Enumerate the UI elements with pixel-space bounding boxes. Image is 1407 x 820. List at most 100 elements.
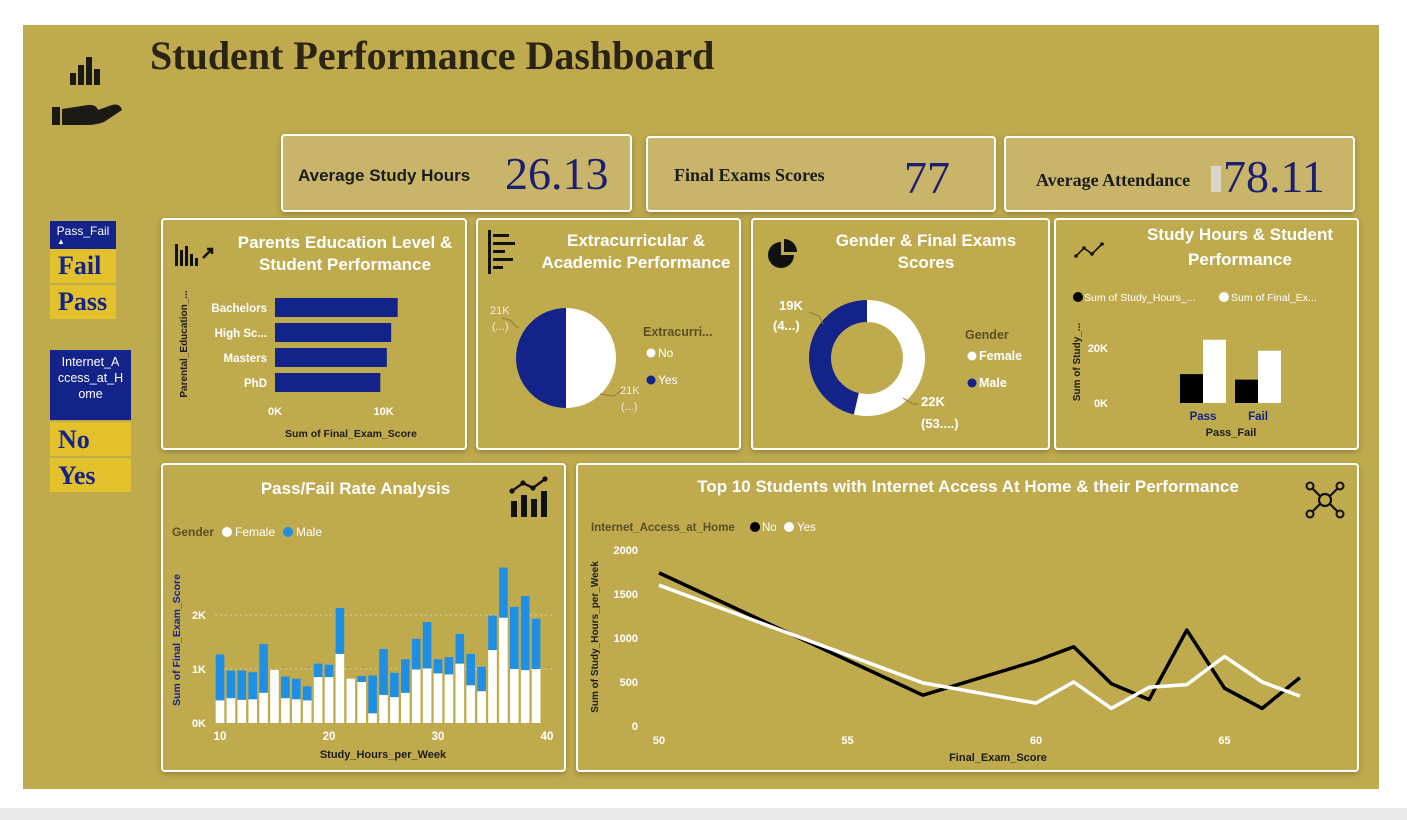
bar-male	[390, 672, 399, 698]
bar-male	[466, 653, 475, 686]
bar-female	[270, 670, 279, 723]
bar-male	[357, 676, 366, 682]
data-label: (53....)	[921, 416, 959, 431]
legend-title: Internet_Access_at_Home	[591, 522, 735, 534]
bar-female	[488, 650, 497, 723]
slicer-header: Internet_A ccess_at_H ome	[50, 350, 131, 420]
category-label: Fail	[1248, 411, 1268, 423]
legend-label: Male	[979, 376, 1007, 390]
bar-female	[368, 713, 377, 723]
bar-male	[520, 596, 530, 671]
bar-female	[292, 699, 301, 723]
bar-female	[281, 698, 290, 723]
legend-title: Gender	[965, 328, 1009, 342]
bar-male	[324, 664, 334, 678]
panel-top10-internet: Top 10 Students with Internet Access At …	[576, 463, 1359, 772]
bar-female	[248, 699, 257, 723]
legend-label: Yes	[797, 522, 816, 534]
bar-male	[422, 622, 432, 669]
tick-label: 1K	[192, 664, 206, 676]
bar	[1235, 379, 1258, 403]
bar	[275, 348, 387, 367]
sort-caret-icon: ▲	[57, 237, 65, 246]
bar-male	[379, 649, 388, 695]
category-label: PhD	[244, 378, 267, 390]
study-hours-chart: Sum of Study_Hours_... Sum of Final_Ex...…	[1072, 292, 1317, 439]
gender-chart: 19K (4...) 22K (53....) Gender Female Male	[773, 298, 1022, 431]
kpi-card-attendance: Average Attendance 78.11	[1004, 136, 1355, 212]
slicer-item-yes[interactable]: Yes	[50, 458, 131, 492]
bar-male	[510, 606, 519, 669]
tick-label: 500	[620, 677, 638, 689]
legend-label: No	[658, 346, 674, 360]
bar-female	[302, 700, 312, 723]
bar-female	[237, 699, 247, 723]
y-axis-label: Sum of Final_Exam_Score	[171, 574, 183, 706]
data-label: 21K	[620, 385, 640, 397]
x-axis-label: Sum of Final_Exam_Score	[285, 428, 417, 440]
slicer-item-pass[interactable]: Pass	[50, 285, 116, 319]
tick-label: 2K	[192, 610, 206, 622]
legend-marker	[1219, 292, 1229, 302]
tick-label: 30	[432, 731, 445, 743]
kpi-marker	[1211, 166, 1221, 192]
slicer-header: Pass_Fail ▲	[50, 221, 116, 249]
panel-extracurricular: Extracurricular & Academic Performance 2…	[476, 218, 741, 450]
slicer-item-no[interactable]: No	[50, 422, 131, 456]
bar-female	[433, 673, 443, 723]
legend-marker	[283, 527, 293, 537]
slicer-title-line: ome	[78, 387, 103, 401]
bar-female	[313, 677, 323, 723]
bar-male	[411, 638, 421, 670]
legend-marker	[646, 375, 656, 385]
page-title: Student Performance Dashboard	[150, 33, 715, 78]
tick-label: 40	[541, 731, 554, 743]
tick-label: 55	[841, 735, 853, 747]
slicer-item-fail[interactable]: Fail	[50, 249, 116, 283]
legend-marker	[967, 351, 977, 361]
extracurricular-chart: 21K (...) 21K (...) Extracurri... No Yes	[490, 305, 712, 413]
y-axis-label: Sum of Study_Hours_per_Week	[590, 561, 601, 713]
legend-marker	[784, 522, 794, 532]
category-label: Bachelors	[211, 303, 267, 315]
bar-female	[357, 681, 366, 723]
data-label: (...)	[621, 401, 638, 413]
tick-label: 0K	[192, 718, 206, 730]
panel-study-hours: Study Hours & Student Performance Sum of…	[1054, 218, 1359, 450]
bar-female	[466, 685, 475, 723]
bar-male	[281, 676, 290, 699]
bar-female	[510, 669, 519, 723]
legend-marker	[750, 522, 760, 532]
kpi-label: Final Exams Scores	[674, 165, 825, 185]
bar-male	[488, 615, 497, 651]
bar-male	[477, 666, 486, 692]
bottom-strip	[0, 808, 1407, 820]
bar-male	[444, 657, 454, 675]
legend-label: No	[762, 522, 777, 534]
bar-male	[313, 663, 323, 678]
bar-female	[444, 674, 454, 723]
kpi-value: 26.13	[505, 148, 609, 199]
bar	[1258, 350, 1281, 403]
bar-female	[379, 694, 388, 723]
bar-male	[433, 659, 443, 674]
legend-label: Sum of Final_Ex...	[1231, 292, 1317, 304]
bar-female	[390, 697, 399, 723]
tick-label: 65	[1218, 735, 1230, 747]
bar-male	[215, 654, 225, 701]
tick-label: 0	[632, 721, 638, 733]
bar	[1180, 374, 1203, 403]
panel-parents-education: Parents Education Level & Student Perfor…	[161, 218, 467, 450]
bar	[275, 323, 392, 342]
bar-male	[237, 670, 247, 700]
bar-female	[455, 663, 465, 723]
bar-male	[259, 644, 268, 693]
bar-male	[292, 678, 301, 700]
slicer-title-line: Internet_A	[61, 355, 120, 369]
bar-female	[215, 700, 225, 723]
bar-male	[401, 659, 410, 693]
bar-female	[411, 669, 421, 723]
bar-female	[226, 698, 236, 723]
pie-slice	[566, 308, 616, 408]
bar-male	[499, 567, 508, 618]
